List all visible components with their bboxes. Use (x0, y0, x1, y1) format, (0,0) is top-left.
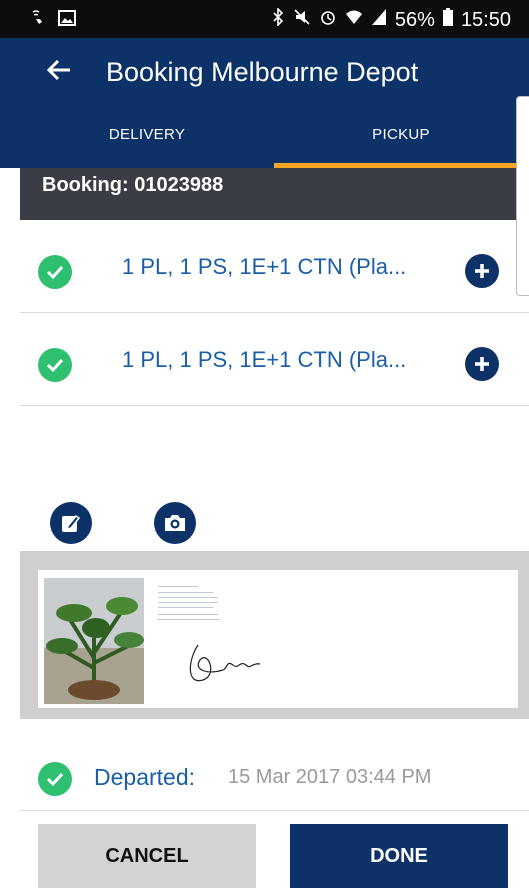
item-label: 1 PL, 1 PS, 1E+1 CTN (Pla... (122, 254, 407, 279)
mute-icon (293, 8, 311, 32)
bluetooth-icon (271, 7, 285, 32)
camera-icon (165, 515, 185, 531)
wifi-calling-icon (30, 9, 48, 32)
signature-scribble (189, 644, 261, 682)
battery-icon (442, 8, 453, 32)
signal-icon (371, 8, 387, 32)
tab-delivery-label: DELIVERY (108, 126, 186, 143)
cancel-button[interactable]: CANCEL (38, 824, 256, 888)
add-circle-icon[interactable] (465, 254, 499, 288)
booking-number: Booking: 01023988 (42, 174, 224, 196)
status-left (30, 9, 76, 32)
check-circle-icon (38, 348, 72, 382)
clock: 15:50 (460, 8, 511, 31)
signature-edit-button[interactable] (50, 502, 92, 544)
booking-content: 1 PL, 1 PS, 1E+1 CTN (Pla... 1 PL, 1 PS,… (20, 220, 529, 888)
status-bar: 56% 15:50 (0, 0, 529, 38)
done-button[interactable]: DONE (290, 824, 508, 888)
plant-photo (44, 578, 144, 704)
status-right: 56% 15:50 (271, 7, 511, 32)
back-arrow-icon[interactable] (46, 52, 72, 95)
overlay-popup-edge (516, 96, 529, 296)
battery-percent: 56% (394, 8, 435, 31)
image-icon (58, 10, 76, 31)
add-circle-icon[interactable] (465, 347, 499, 381)
check-circle-icon (38, 762, 72, 796)
edit-signature-icon (62, 514, 81, 532)
camera-button[interactable] (154, 502, 196, 544)
item-label: 1 PL, 1 PS, 1E+1 CTN (Pla... (122, 347, 407, 372)
divider (20, 810, 529, 811)
app-bar: Booking Melbourne Depot (0, 38, 529, 106)
tab-bar: DELIVERY PICKUP (0, 106, 529, 168)
tab-pickup-label: PICKUP (372, 126, 430, 143)
tab-delivery[interactable]: DELIVERY (20, 106, 274, 168)
departed-timestamp: 15 Mar 2017 03:44 PM (228, 766, 432, 788)
booking-header: Booking: 01023988 (20, 168, 529, 220)
alarm-icon (319, 8, 337, 32)
page-title: Booking Melbourne Depot (106, 57, 419, 87)
list-item[interactable]: 1 PL, 1 PS, 1E+1 CTN (Pla... (20, 230, 529, 313)
departed-label: Departed: (94, 764, 196, 790)
wifi-icon (345, 8, 363, 32)
pickup-form-thumbnail (38, 570, 518, 708)
document-preview[interactable] (20, 551, 529, 719)
check-circle-icon (38, 255, 72, 289)
list-item[interactable]: 1 PL, 1 PS, 1E+1 CTN (Pla... (20, 323, 529, 406)
tab-pickup[interactable]: PICKUP (274, 106, 528, 168)
